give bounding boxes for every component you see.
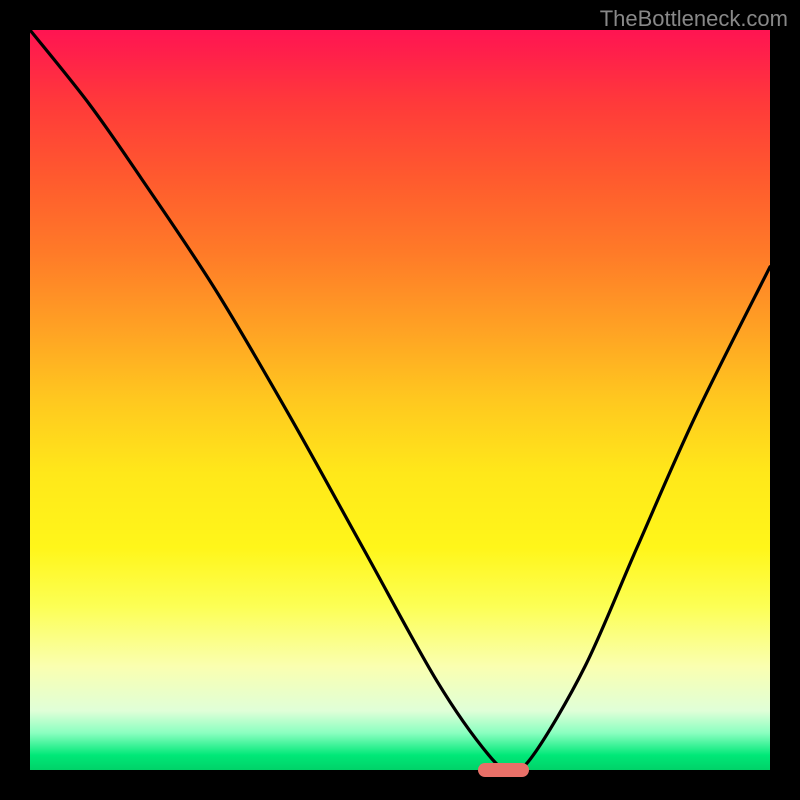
bottleneck-curve-line: [30, 30, 770, 770]
bottleneck-plot-area: [30, 30, 770, 770]
optimal-point-marker: [478, 763, 530, 777]
watermark-text: TheBottleneck.com: [600, 6, 788, 32]
curve-svg: [30, 30, 770, 770]
